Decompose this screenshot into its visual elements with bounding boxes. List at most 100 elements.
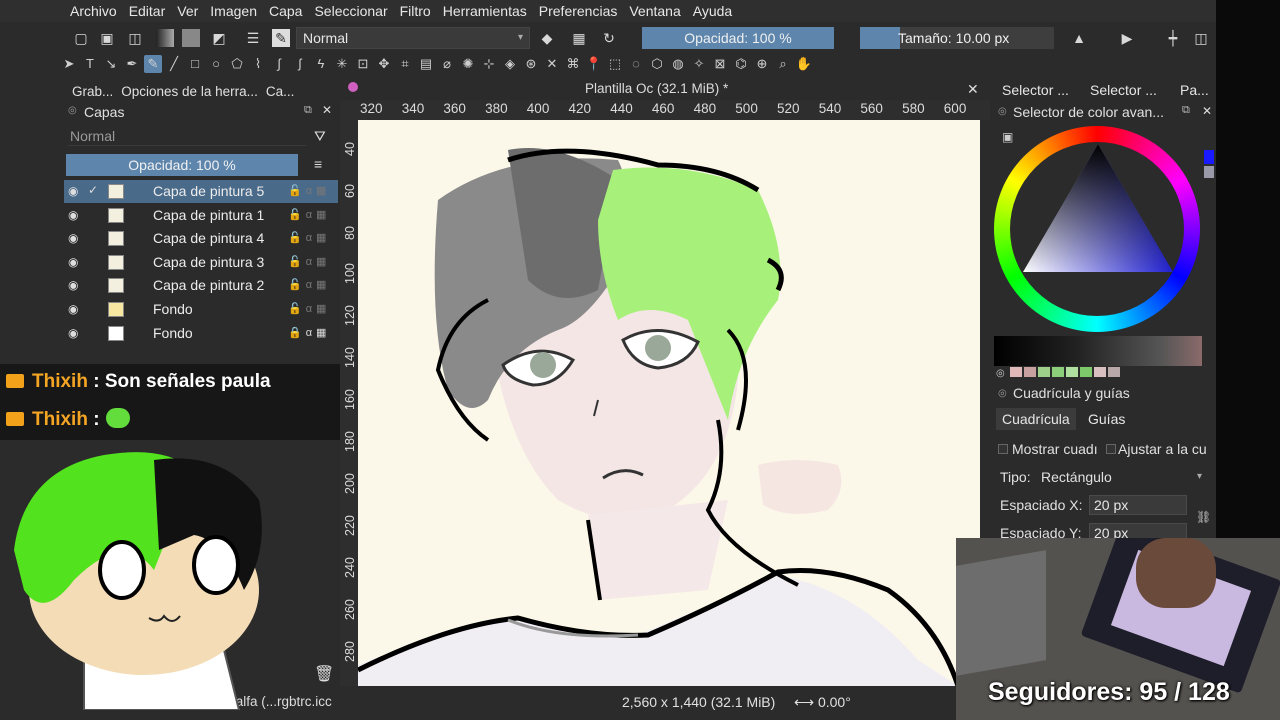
menu-ventana[interactable]: Ventana (629, 3, 686, 19)
pattern-fill-icon[interactable]: ⊛ (522, 55, 540, 73)
menu-imagen[interactable]: Imagen (210, 3, 263, 19)
tab-layers[interactable]: Ca... (266, 84, 295, 99)
colors-icon[interactable]: ◩ (210, 29, 228, 47)
gradient-tool-icon[interactable]: ▤ (417, 55, 435, 73)
brush-settings-icon[interactable]: ☰ (244, 29, 262, 47)
tab-color-selector-2[interactable]: Selector ... (1090, 82, 1157, 98)
layer-flags-icon[interactable]: 🔓α▦ (288, 302, 330, 315)
move-tool-icon[interactable]: ✥ (375, 55, 393, 73)
polyline-tool-icon[interactable]: ⌇ (249, 55, 267, 73)
menu-editar[interactable]: Editar (129, 3, 172, 19)
canvas-only-icon[interactable]: ◫ (1192, 29, 1210, 47)
layer-row[interactable]: ◉ Capa de pintura 3 🔓α▦ (64, 251, 338, 274)
pan-icon[interactable]: ✋ (795, 55, 813, 73)
color-swatch[interactable] (1010, 367, 1022, 377)
color-swatch[interactable] (1094, 367, 1106, 377)
size-slider[interactable]: Tamaño: 10.00 px (860, 27, 1054, 49)
recent-colors[interactable] (1010, 367, 1120, 377)
reload-icon[interactable]: ↻ (600, 29, 618, 47)
type-select[interactable]: Rectángulo ▾ (1041, 469, 1202, 485)
link-icon[interactable]: ⛓ (1196, 510, 1211, 524)
layer-row[interactable]: ◉ ✓ Capa de pintura 5 🔓α▦ (64, 180, 338, 203)
mirror-horizontal-icon[interactable]: ▲ (1070, 29, 1088, 47)
color-swatch[interactable] (1080, 367, 1092, 377)
color-swatch[interactable] (1108, 367, 1120, 377)
eye-icon[interactable]: ◉ (68, 326, 78, 340)
freehand-path-icon[interactable]: ʃ (291, 55, 309, 73)
save-icon[interactable]: ◫ (126, 29, 144, 47)
settings-icon[interactable]: ▣ (1002, 130, 1013, 144)
lock-icon[interactable]: 🔒α▦ (288, 326, 330, 339)
bezier-tool-icon[interactable]: ∫ (270, 55, 288, 73)
edit-shapes-icon[interactable]: ↘ (102, 55, 120, 73)
close-icon[interactable]: ✕ (1202, 104, 1212, 118)
layer-row[interactable]: ◉ Capa de pintura 4 🔓α▦ (64, 227, 338, 250)
eye-icon[interactable]: ◉ (68, 208, 78, 222)
layer-row[interactable]: ◉ Capa de pintura 2 🔓α▦ (64, 274, 338, 297)
color-picker-icon[interactable]: ⌀ (438, 55, 456, 73)
fill-tool-icon[interactable]: ◈ (501, 55, 519, 73)
opacity-slider[interactable]: Opacidad: 100 % (642, 27, 834, 49)
similar-select-icon[interactable]: ⊠ (711, 55, 729, 73)
spacing-x-input[interactable]: 20 px (1089, 495, 1187, 515)
menu-icon[interactable]: ≡ (314, 156, 322, 172)
mirror-vertical-icon[interactable]: ▶ (1118, 29, 1136, 47)
transform-tool-icon[interactable]: ⊡ (354, 55, 372, 73)
layer-opacity-slider[interactable]: Opacidad: 100 % (66, 154, 298, 176)
text-tool-icon[interactable]: T (81, 55, 99, 73)
polygon-select-icon[interactable]: ⬡ (648, 55, 666, 73)
eye-icon[interactable]: ◉ (68, 255, 78, 269)
layer-row[interactable]: ◉ Capa de pintura 1 🔓α▦ (64, 204, 338, 227)
freehand-brush-icon[interactable]: ✎ (144, 55, 162, 73)
magnetic-select-icon[interactable]: ⊕ (753, 55, 771, 73)
docker-handle-icon[interactable]: ◎ (998, 106, 1007, 117)
calligraphy-icon[interactable]: ✒ (123, 55, 141, 73)
smart-patch-icon[interactable]: ✺ (459, 55, 477, 73)
trash-icon[interactable]: 🗑 (314, 664, 334, 684)
close-icon[interactable]: ✕ (322, 103, 332, 117)
select-shapes-icon[interactable]: ➤ (60, 55, 78, 73)
color-swatch[interactable] (1038, 367, 1050, 377)
tab-palette[interactable]: Pa... (1180, 82, 1209, 98)
rotation-indicator[interactable]: ⟷ 0.00° (794, 694, 851, 711)
blend-mode-select[interactable]: Normal ▾ (296, 27, 530, 49)
measure-tool-icon[interactable]: ✕ (543, 55, 561, 73)
document-tab[interactable]: Plantilla Oc (32.1 MiB) * (585, 81, 728, 96)
ellipse-select-icon[interactable]: ◌ (627, 55, 645, 73)
swatch-settings-icon[interactable]: ◎ (996, 368, 1005, 379)
tab-recorder[interactable]: Grab... (72, 84, 113, 99)
brush-preset-icon[interactable]: ✎ (272, 29, 290, 47)
contiguous-select-icon[interactable]: ✧ (690, 55, 708, 73)
menu-ayuda[interactable]: Ayuda (693, 3, 738, 19)
layer-row[interactable]: ◉ Fondo 🔒α▦ (64, 322, 338, 345)
drawing-canvas[interactable] (358, 120, 980, 686)
tab-color-selector-1[interactable]: Selector ... (1002, 82, 1069, 98)
check-icon[interactable]: ✓ (88, 183, 98, 197)
wrap-icon[interactable]: ┿ (1164, 29, 1182, 47)
menu-herramientas[interactable]: Herramientas (443, 3, 533, 19)
filter-icon[interactable]: ⛛ (314, 128, 326, 145)
menu-seleccionar[interactable]: Seleccionar (314, 3, 393, 19)
menu-archivo[interactable]: Archivo (70, 3, 123, 19)
dynamic-brush-icon[interactable]: ϟ (312, 55, 330, 73)
reference-tool-icon[interactable]: ⌘ (564, 55, 582, 73)
float-docker-icon[interactable]: ⧉ (304, 104, 312, 117)
eye-icon[interactable]: ◉ (68, 184, 78, 198)
snap-grid-checkbox[interactable] (1106, 444, 1116, 454)
pattern-icon[interactable] (182, 29, 200, 47)
new-document-icon[interactable]: ▢ (72, 29, 90, 47)
close-icon[interactable]: ✕ (967, 81, 979, 98)
rectangle-tool-icon[interactable]: □ (186, 55, 204, 73)
open-folder-icon[interactable]: ▣ (98, 29, 116, 47)
tab-tool-options[interactable]: Opciones de la herra... (121, 84, 258, 99)
bezier-select-icon[interactable]: ⌬ (732, 55, 750, 73)
ellipse-tool-icon[interactable]: ○ (207, 55, 225, 73)
pin-icon[interactable]: 📍 (585, 55, 603, 73)
color-history-bar[interactable] (994, 336, 1202, 366)
lasso-select-icon[interactable]: ◍ (669, 55, 687, 73)
eye-icon[interactable]: ◉ (68, 231, 78, 245)
docker-handle-icon[interactable]: ◎ (998, 388, 1007, 399)
gradient-icon[interactable] (156, 29, 174, 47)
crop-tool-icon[interactable]: ⌗ (396, 55, 414, 73)
line-tool-icon[interactable]: ╱ (165, 55, 183, 73)
